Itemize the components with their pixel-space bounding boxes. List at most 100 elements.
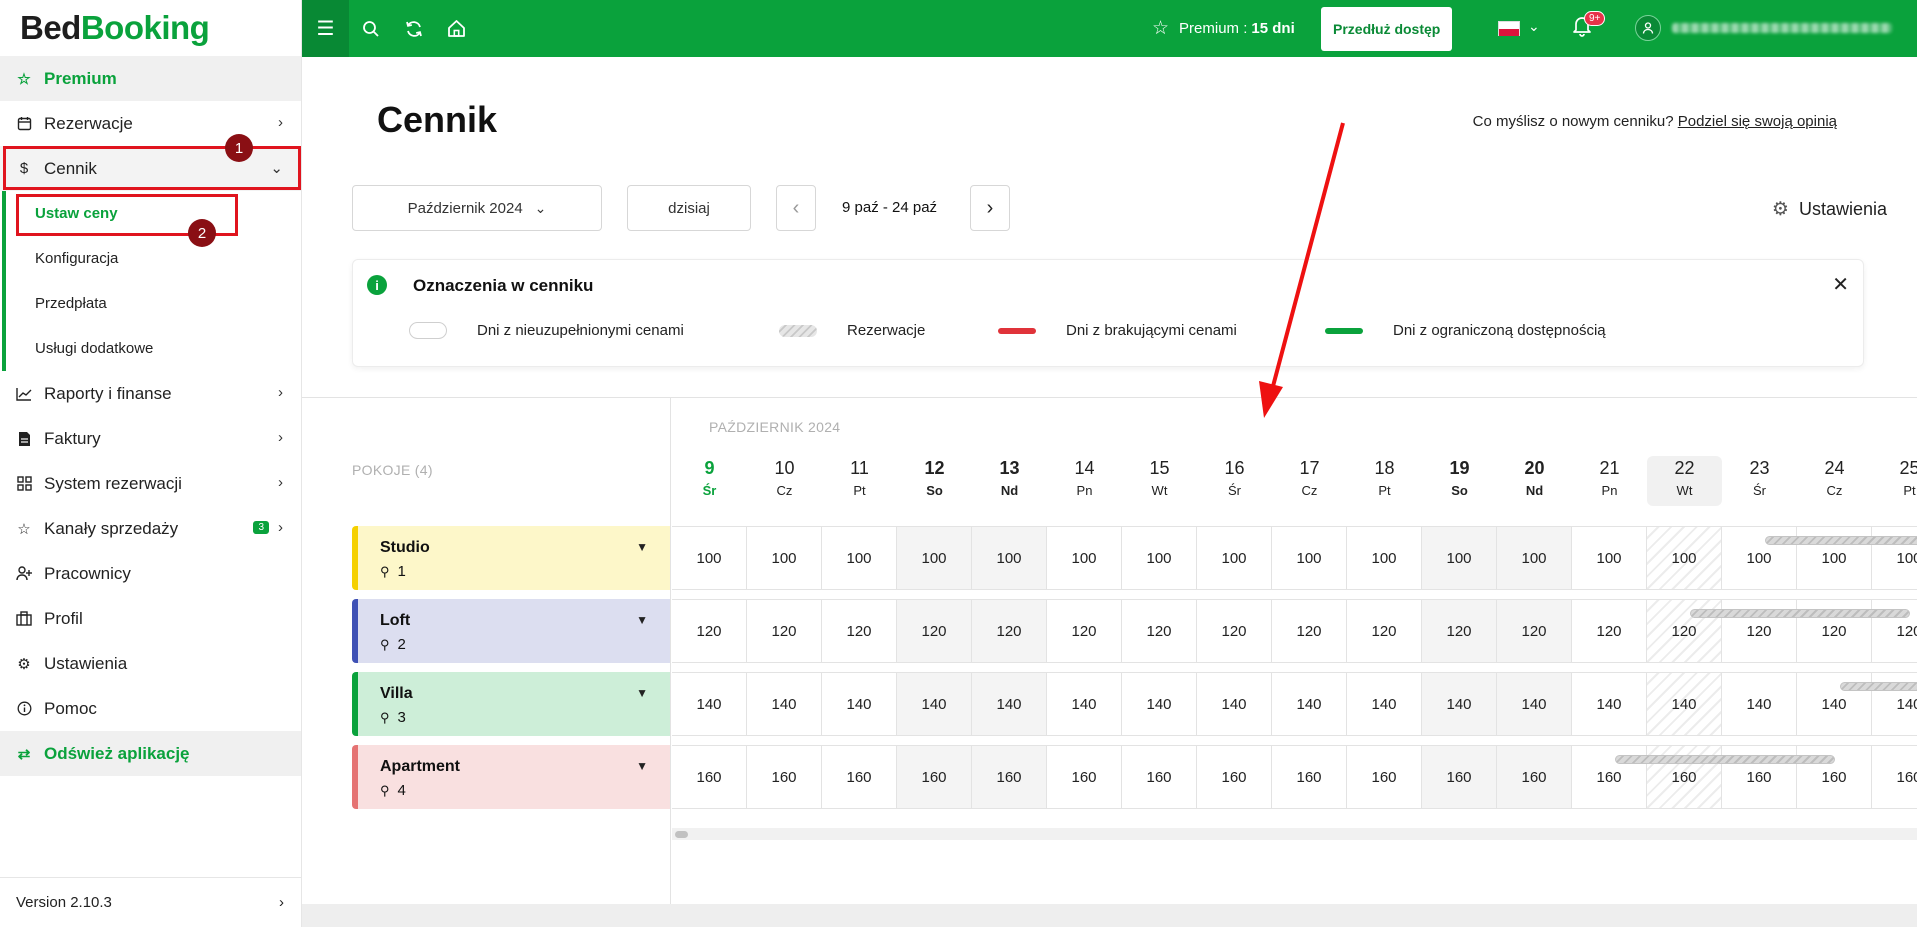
price-cell[interactable]: 120 — [1422, 599, 1497, 663]
sidebar-item-kanaly-sprzedazy[interactable]: ☆ Kanały sprzedaży 3 › — [0, 506, 301, 551]
price-cell[interactable]: 140 — [972, 672, 1047, 736]
day-header[interactable]: 19 So — [1422, 458, 1497, 498]
next-range-button[interactable]: › — [970, 185, 1010, 231]
price-cell[interactable]: 120 — [1197, 599, 1272, 663]
price-cell[interactable]: 160 — [1272, 745, 1347, 809]
price-cell[interactable]: 120 — [897, 599, 972, 663]
caret-down-icon[interactable]: ▼ — [636, 613, 648, 627]
price-cell[interactable]: 140 — [1272, 672, 1347, 736]
price-cell[interactable]: 100 — [1347, 526, 1422, 590]
price-cell[interactable]: 140 — [1047, 672, 1122, 736]
chevron-down-icon[interactable]: ⌄ — [1528, 18, 1540, 35]
price-cell[interactable]: 120 — [1572, 599, 1647, 663]
day-header[interactable]: 10 Cz — [747, 458, 822, 498]
today-button[interactable]: dzisiaj — [627, 185, 751, 231]
price-cell[interactable]: 100 — [747, 526, 822, 590]
poland-flag-icon[interactable] — [1498, 21, 1520, 36]
reservation-bar[interactable] — [1615, 755, 1835, 764]
price-cell[interactable]: 160 — [1347, 745, 1422, 809]
price-cell[interactable]: 120 — [822, 599, 897, 663]
horizontal-scrollbar[interactable] — [672, 828, 1917, 840]
sidebar-item-refresh[interactable]: ⇄ Odśwież aplikację — [0, 731, 301, 776]
day-header[interactable]: 25 Pt — [1872, 458, 1917, 498]
price-cell[interactable]: 140 — [1647, 672, 1722, 736]
day-header[interactable]: 22 Wt — [1647, 456, 1722, 506]
price-cell[interactable]: 100 — [1497, 526, 1572, 590]
sidebar-item-faktury[interactable]: Faktury › — [0, 416, 301, 461]
caret-down-icon[interactable]: ▼ — [636, 686, 648, 700]
day-header[interactable]: 20 Nd — [1497, 458, 1572, 498]
price-cell[interactable]: 140 — [1497, 672, 1572, 736]
price-cell[interactable]: 140 — [672, 672, 747, 736]
price-cell[interactable]: 120 — [1347, 599, 1422, 663]
price-cell[interactable]: 120 — [672, 599, 747, 663]
price-cell[interactable]: 100 — [1647, 526, 1722, 590]
user-avatar-icon[interactable] — [1635, 15, 1661, 41]
price-cell[interactable]: 120 — [1497, 599, 1572, 663]
price-cell[interactable]: 160 — [897, 745, 972, 809]
day-header[interactable]: 12 So — [897, 458, 972, 498]
price-cell[interactable]: 100 — [822, 526, 897, 590]
price-cell[interactable]: 160 — [1197, 745, 1272, 809]
day-header[interactable]: 14 Pn — [1047, 458, 1122, 498]
subnav-item-przedplata[interactable]: Przedpłata — [6, 281, 301, 326]
price-cell[interactable]: 160 — [1122, 745, 1197, 809]
home-icon[interactable] — [435, 0, 478, 57]
month-select[interactable]: Październik 2024 ⌄ — [352, 185, 602, 231]
day-header[interactable]: 9 Śr — [672, 458, 747, 498]
search-icon[interactable] — [349, 0, 392, 57]
price-cell[interactable]: 100 — [1197, 526, 1272, 590]
reservation-bar[interactable] — [1765, 536, 1917, 545]
sidebar-item-profil[interactable]: Profil — [0, 596, 301, 641]
price-cell[interactable]: 100 — [972, 526, 1047, 590]
sidebar-item-rezerwacje[interactable]: Rezerwacje › — [0, 101, 301, 146]
reservation-bar[interactable] — [1840, 682, 1917, 691]
price-cell[interactable]: 140 — [1572, 672, 1647, 736]
app-logo[interactable]: Bed Booking — [0, 0, 301, 56]
room-card[interactable]: Apartment ⚲ 4 ▼ — [352, 745, 670, 809]
price-cell[interactable]: 140 — [747, 672, 822, 736]
day-header[interactable]: 15 Wt — [1122, 458, 1197, 498]
price-cell[interactable]: 120 — [1122, 599, 1197, 663]
day-header[interactable]: 18 Pt — [1347, 458, 1422, 498]
price-cell[interactable]: 160 — [1497, 745, 1572, 809]
price-cell[interactable]: 140 — [1347, 672, 1422, 736]
room-card[interactable]: Loft ⚲ 2 ▼ — [352, 599, 670, 663]
price-cell[interactable]: 100 — [897, 526, 972, 590]
price-cell[interactable]: 160 — [972, 745, 1047, 809]
subnav-item-uslugi-dodatkowe[interactable]: Usługi dodatkowe — [6, 326, 301, 371]
caret-down-icon[interactable]: ▼ — [636, 540, 648, 554]
day-header[interactable]: 21 Pn — [1572, 458, 1647, 498]
price-cell[interactable]: 140 — [1122, 672, 1197, 736]
room-card[interactable]: Studio ⚲ 1 ▼ — [352, 526, 670, 590]
price-cell[interactable]: 160 — [1872, 745, 1917, 809]
price-cell[interactable]: 160 — [1047, 745, 1122, 809]
day-header[interactable]: 23 Śr — [1722, 458, 1797, 498]
price-cell[interactable]: 140 — [897, 672, 972, 736]
reservation-bar[interactable] — [1690, 609, 1910, 618]
close-icon[interactable]: ✕ — [1832, 272, 1849, 297]
price-cell[interactable]: 100 — [672, 526, 747, 590]
price-cell[interactable]: 160 — [672, 745, 747, 809]
price-cell[interactable]: 160 — [822, 745, 897, 809]
day-header[interactable]: 13 Nd — [972, 458, 1047, 498]
price-cell[interactable]: 160 — [1422, 745, 1497, 809]
price-cell[interactable]: 160 — [747, 745, 822, 809]
room-card[interactable]: Villa ⚲ 3 ▼ — [352, 672, 670, 736]
sidebar-item-raporty[interactable]: Raporty i finanse › — [0, 371, 301, 416]
price-cell[interactable]: 120 — [972, 599, 1047, 663]
price-cell[interactable]: 100 — [1047, 526, 1122, 590]
price-cell[interactable]: 140 — [1422, 672, 1497, 736]
day-header[interactable]: 24 Cz — [1797, 458, 1872, 498]
hamburger-menu-icon[interactable]: ☰ — [302, 0, 349, 57]
price-cell[interactable]: 120 — [747, 599, 822, 663]
price-cell[interactable]: 100 — [1422, 526, 1497, 590]
subnav-item-konfiguracja[interactable]: Konfiguracja — [6, 236, 301, 281]
price-cell[interactable]: 100 — [1122, 526, 1197, 590]
sidebar-item-ustawienia[interactable]: ⚙ Ustawienia — [0, 641, 301, 686]
price-cell[interactable]: 100 — [1272, 526, 1347, 590]
version-info[interactable]: Version 2.10.3 › — [0, 877, 302, 927]
day-header[interactable]: 16 Śr — [1197, 458, 1272, 498]
extend-access-button[interactable]: Przedłuż dostęp — [1321, 7, 1453, 51]
scrollbar-thumb[interactable] — [675, 831, 688, 838]
